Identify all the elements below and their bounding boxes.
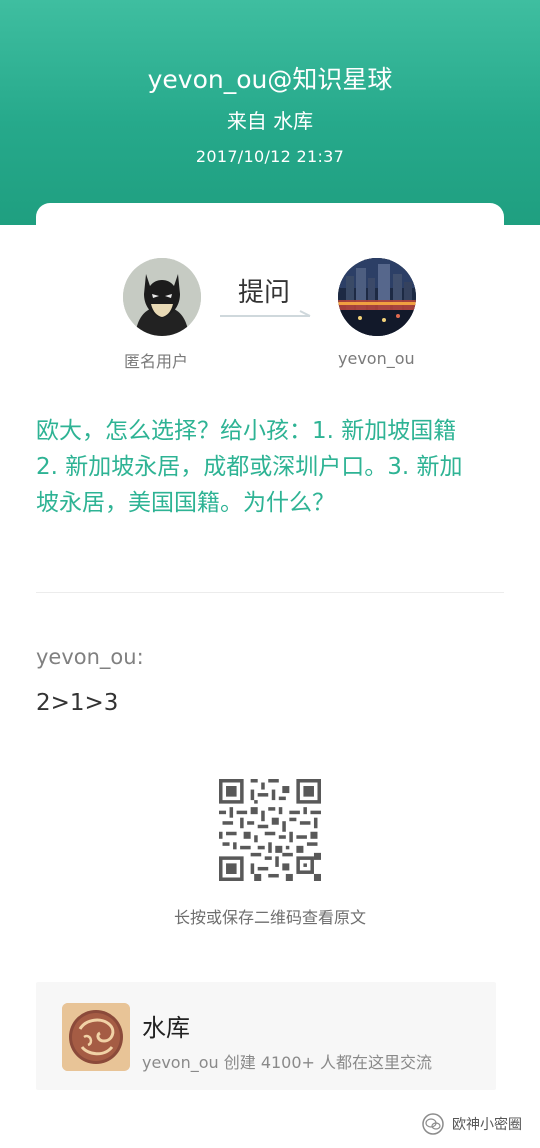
post-date: 2017/10/12 21:37 [195, 147, 345, 166]
asker-avatar [123, 258, 201, 336]
post-author-title: yevon_ou@知识星球 [147, 65, 393, 94]
divider [36, 592, 504, 593]
question-text: 欧大，怎么选择？给小孩：1. 新加坡国籍 2. 新加坡永居，成都或深圳户口。3.… [36, 413, 504, 521]
city-night-avatar-icon [338, 258, 416, 336]
qr-code[interactable] [219, 779, 321, 881]
ask-action-label: 提问 [238, 278, 291, 308]
watermark-text: 欧神小密圈 [452, 1117, 522, 1133]
arrow-right-icon [220, 310, 311, 317]
qr-hint: 长按或保存二维码查看原文 [173, 908, 366, 927]
answerer-avatar [338, 258, 416, 336]
answerer-name: yevon_ou [338, 349, 415, 368]
batman-avatar-icon [123, 258, 201, 336]
wechat-icon [422, 1113, 444, 1135]
asker-name: 匿名用户 [124, 352, 189, 371]
answer-text: 2>1>3 [36, 690, 119, 716]
question-line: 2. 新加坡永居，成都或深圳户口。3. 新加 [36, 454, 463, 480]
question-line: 欧大，怎么选择？给小孩：1. 新加坡国籍 [36, 418, 457, 444]
question-line: 坡永居，美国国籍。为什么？ [36, 490, 335, 516]
group-name: 水库 [142, 1014, 190, 1042]
post-source: 来自 水库 [226, 109, 314, 133]
group-logo [62, 1003, 130, 1071]
group-description: yevon_ou 创建 4100+ 人都在这里交流 [142, 1053, 433, 1072]
watermark: 欧神小密圈 [422, 1112, 522, 1136]
dragon-seal-icon [62, 1003, 130, 1071]
share-header: yevon_ou@知识星球 来自 水库 2017/10/12 21:37 [0, 0, 540, 225]
answer-author: yevon_ou: [36, 645, 144, 669]
